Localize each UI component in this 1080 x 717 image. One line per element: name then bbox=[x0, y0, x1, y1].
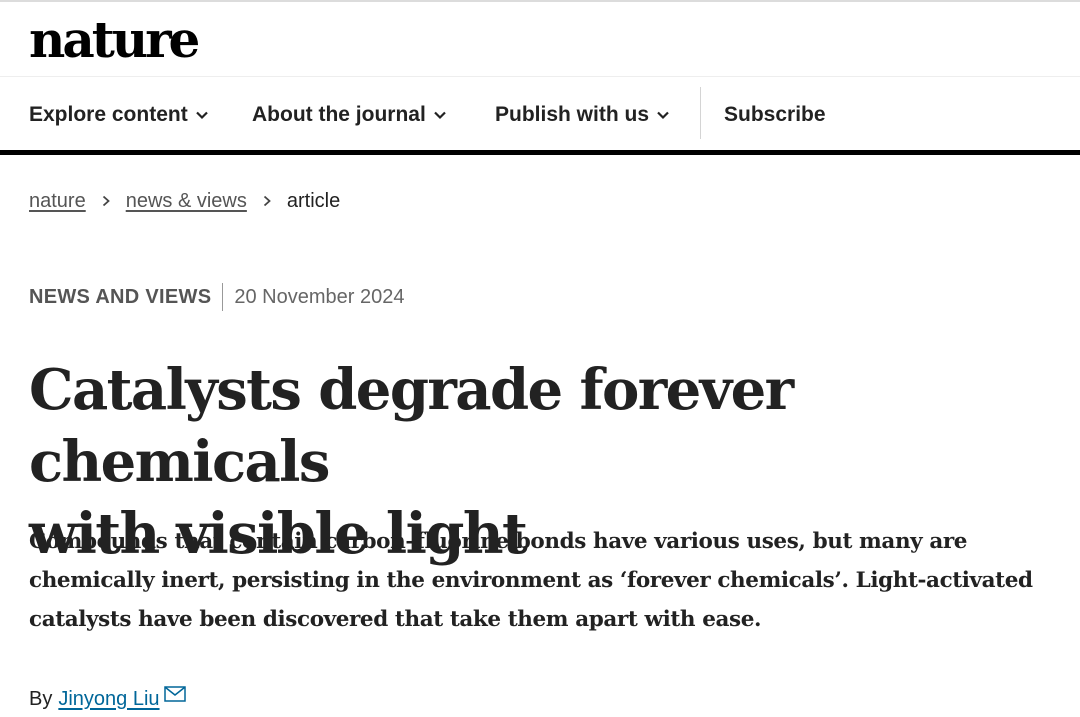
chevron-down-icon bbox=[657, 111, 669, 120]
standfirst-line: chemically inert, persisting in the envi… bbox=[29, 568, 1033, 593]
byline: By Jinyong Liu bbox=[29, 684, 186, 714]
nav-about-journal[interactable]: About the journal bbox=[252, 101, 447, 129]
nav-explore-content[interactable]: Explore content bbox=[29, 101, 209, 129]
chevron-right-icon bbox=[263, 195, 271, 207]
main-nav: Explore content About the journal Publis… bbox=[0, 77, 1080, 155]
breadcrumb-news-views[interactable]: news & views bbox=[126, 190, 247, 213]
breadcrumb: nature news & views article bbox=[29, 184, 340, 218]
nav-publish-with-us[interactable]: Publish with us bbox=[495, 101, 670, 129]
nav-label: Subscribe bbox=[724, 103, 826, 126]
article-date: 20 November 2024 bbox=[234, 285, 405, 308]
chevron-down-icon bbox=[195, 111, 208, 120]
article-standfirst: Compounds that contain carbon–fluorine b… bbox=[29, 522, 1069, 639]
nav-subscribe[interactable]: Subscribe bbox=[724, 101, 826, 129]
author-link[interactable]: Jinyong Liu bbox=[58, 688, 159, 711]
nav-divider bbox=[700, 87, 701, 139]
title-line: Catalysts degrade forever chemicals bbox=[29, 357, 794, 495]
standfirst-line: Compounds that contain carbon–fluorine b… bbox=[29, 529, 968, 554]
masthead: nature bbox=[0, 2, 1080, 77]
chevron-right-icon bbox=[102, 195, 110, 207]
mail-icon[interactable] bbox=[163, 686, 186, 702]
article-meta: NEWS AND VIEWS 20 November 2024 bbox=[29, 282, 404, 312]
standfirst-line: catalysts have been discovered that take… bbox=[29, 607, 762, 632]
breadcrumb-nature[interactable]: nature bbox=[29, 190, 86, 213]
nav-label: Publish with us bbox=[495, 103, 650, 126]
nature-logo[interactable]: nature bbox=[29, 8, 200, 72]
byline-prefix: By bbox=[29, 687, 53, 710]
nav-label: Explore content bbox=[29, 103, 188, 126]
article-type: NEWS AND VIEWS bbox=[29, 285, 212, 308]
page: nature Explore content About the journal… bbox=[0, 0, 1080, 717]
chevron-down-icon bbox=[434, 111, 446, 120]
nav-label: About the journal bbox=[252, 103, 426, 126]
meta-divider bbox=[222, 283, 224, 311]
breadcrumb-current: article bbox=[286, 189, 341, 212]
